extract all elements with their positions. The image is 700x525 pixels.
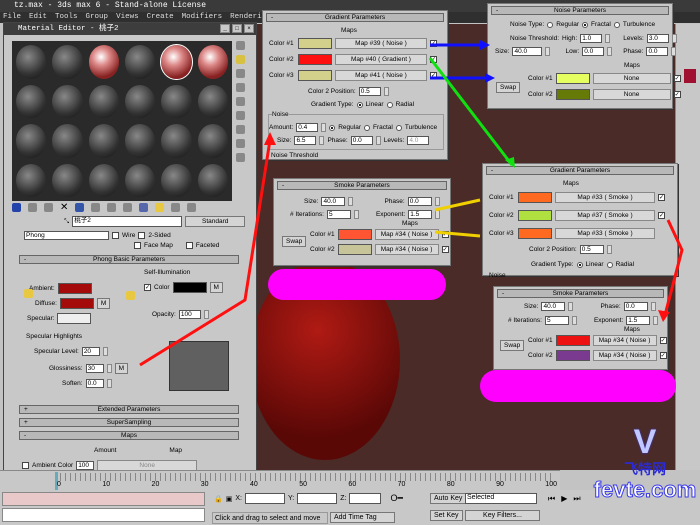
add-time-tag-button[interactable]: Add Time Tag — [330, 512, 395, 523]
red-arrow — [663, 219, 684, 316]
watermark-cn: 飞特网 — [624, 461, 666, 477]
y-label: Y: — [287, 495, 295, 502]
maxscript-input[interactable] — [2, 508, 205, 522]
tick-label: 40 — [249, 481, 258, 488]
tick-label: 30 — [200, 481, 209, 488]
tick-label: 10 — [102, 481, 111, 488]
watermark-v-icon: V — [633, 423, 657, 461]
x-label: X: — [235, 495, 242, 502]
playback-controls: ⏮ ▶ ⏭ — [548, 494, 581, 504]
z-label: Z: — [340, 495, 347, 502]
tick-label: 50 — [299, 481, 307, 488]
y-coordinate-field[interactable] — [297, 493, 338, 504]
maxscript-listener-mini[interactable] — [2, 492, 205, 506]
watermark-text: fevte.com — [593, 477, 697, 502]
x-coordinate-field[interactable] — [244, 493, 285, 504]
tick-label: 0 — [57, 481, 61, 488]
prompt-line: Click and drag to select and move — [212, 512, 328, 524]
key-filters-button[interactable]: Key Filters... — [465, 510, 540, 521]
blue-arrowhead — [480, 40, 490, 50]
auto-key-button[interactable]: Auto Key — [430, 493, 467, 504]
red-arrow — [139, 139, 272, 367]
timeline[interactable]: 0 10 20 30 40 50 60 70 80 90 100 — [0, 470, 560, 490]
lock-selection-icon[interactable]: 🔒 — [214, 495, 223, 503]
absolute-mode-icon[interactable]: ▣ — [226, 495, 233, 503]
green-arrow — [428, 57, 514, 166]
blue-arrowhead — [485, 73, 495, 83]
timeline-ticks: 0 10 20 30 40 50 60 70 80 90 100 — [57, 481, 557, 488]
yellow-arrow — [434, 198, 481, 212]
play-icon[interactable]: ▶ — [561, 494, 567, 504]
tick-label: 60 — [348, 481, 357, 488]
z-coordinate-field[interactable] — [349, 493, 382, 504]
tick-label: 80 — [446, 481, 455, 488]
red-arrowhead — [264, 132, 276, 145]
red-arrowhead — [658, 310, 670, 322]
tick-label: 20 — [151, 481, 160, 488]
set-key-button[interactable]: Set Key — [430, 510, 463, 521]
tick-label: 100 — [545, 481, 557, 488]
next-frame-icon[interactable]: ⏭ — [573, 494, 580, 504]
key-selection-dropdown[interactable]: Selected — [465, 493, 537, 504]
go-to-start-icon[interactable]: ⏮ — [548, 494, 555, 504]
tick-label: 90 — [496, 481, 504, 488]
key-icon[interactable]: O━ — [390, 493, 402, 504]
timeline-ruler[interactable] — [55, 473, 555, 481]
yellow-arrow — [434, 230, 481, 238]
tick-label: 70 — [397, 481, 406, 488]
watermark-logo: V 飞特网 fevte.com — [590, 425, 700, 525]
